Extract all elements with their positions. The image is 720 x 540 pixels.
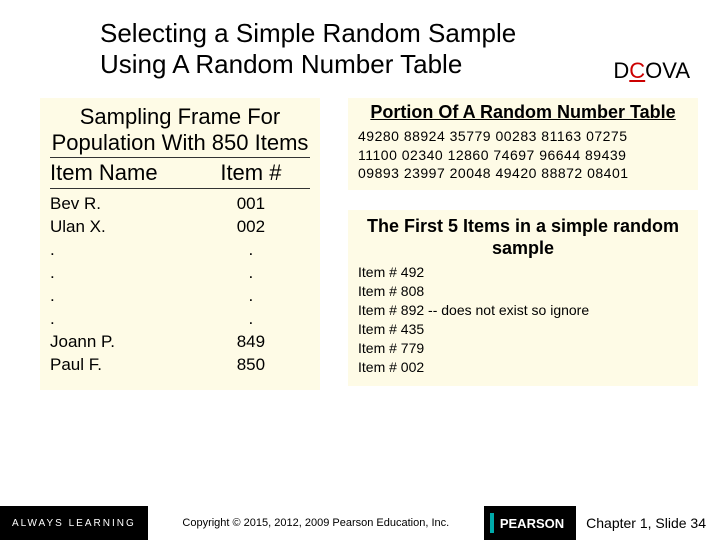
sample-item: Item # 435 [358, 320, 688, 339]
table-row: .. [50, 239, 310, 262]
item-name: Paul F. [50, 354, 192, 377]
title-area: Selecting a Simple Random Sample Using A… [0, 0, 720, 80]
always-learning: ALWAYS LEARNING [0, 506, 148, 540]
table-row: .. [50, 308, 310, 331]
rnt-title: Portion Of A Random Number Table [358, 102, 688, 123]
frame-headers: Item Name Item # [50, 160, 310, 189]
table-row: Bev R.001 [50, 193, 310, 216]
item-number: . [192, 308, 310, 331]
rnt-line: 49280 88924 35779 00283 81163 07275 [358, 127, 688, 145]
table-row: .. [50, 285, 310, 308]
item-number: 849 [192, 331, 310, 354]
footer: ALWAYS LEARNING Copyright © 2015, 2012, … [0, 506, 720, 540]
sample-item: Item # 779 [358, 339, 688, 358]
item-number: . [192, 239, 310, 262]
item-name: Bev R. [50, 193, 192, 216]
sample-block: The First 5 Items in a simple random sam… [348, 210, 698, 387]
item-number: 002 [192, 216, 310, 239]
frame-caption: Sampling Frame For Population With 850 I… [50, 104, 310, 158]
table-row: .. [50, 262, 310, 285]
pearson-bar-icon [490, 513, 494, 533]
frame-col2: Item # [192, 160, 310, 186]
frame-rows: Bev R.001Ulan X.002........Joann P.849Pa… [50, 193, 310, 377]
item-name: . [50, 308, 192, 331]
item-name: Ulan X. [50, 216, 192, 239]
sampling-frame-box: Sampling Frame For Population With 850 I… [40, 98, 320, 390]
sample-title: The First 5 Items in a simple random sam… [358, 216, 688, 259]
title-line1: Selecting a Simple Random Sample [100, 18, 516, 48]
item-name: Joann P. [50, 331, 192, 354]
dcova-c: C [629, 58, 645, 83]
rnt-data: 49280 88924 35779 00283 81163 0727511100… [358, 127, 688, 182]
rnt-line: 11100 02340 12860 74697 96644 89439 [358, 146, 688, 164]
item-number: . [192, 285, 310, 308]
item-number: 850 [192, 354, 310, 377]
table-row: Ulan X.002 [50, 216, 310, 239]
item-name: . [50, 262, 192, 285]
pearson-logo: PEARSON [484, 506, 576, 540]
random-number-table: Portion Of A Random Number Table 49280 8… [348, 98, 698, 190]
table-row: Joann P.849 [50, 331, 310, 354]
rnt-line: 09893 23997 20048 49420 88872 08401 [358, 164, 688, 182]
item-name: . [50, 285, 192, 308]
sample-item: Item # 002 [358, 358, 688, 377]
copyright: Copyright © 2015, 2012, 2009 Pearson Edu… [148, 517, 484, 529]
dcova-d: D [613, 58, 629, 83]
title-line2: Using A Random Number Table [100, 49, 462, 79]
item-number: 001 [192, 193, 310, 216]
right-column: Portion Of A Random Number Table 49280 8… [320, 98, 698, 390]
content-area: Sampling Frame For Population With 850 I… [0, 80, 720, 390]
slide-number: Chapter 1, Slide 34 [576, 515, 720, 531]
sample-list: Item # 492Item # 808Item # 892 -- does n… [358, 263, 688, 376]
slide-title: Selecting a Simple Random Sample Using A… [100, 18, 680, 80]
table-row: Paul F.850 [50, 354, 310, 377]
item-number: . [192, 262, 310, 285]
dcova-label: DCOVA [613, 58, 690, 84]
pearson-text: PEARSON [500, 516, 564, 531]
sample-item: Item # 892 -- does not exist so ignore [358, 301, 688, 320]
dcova-ova: OVA [645, 58, 690, 83]
frame-col1: Item Name [50, 160, 192, 186]
sample-item: Item # 492 [358, 263, 688, 282]
sample-item: Item # 808 [358, 282, 688, 301]
item-name: . [50, 239, 192, 262]
